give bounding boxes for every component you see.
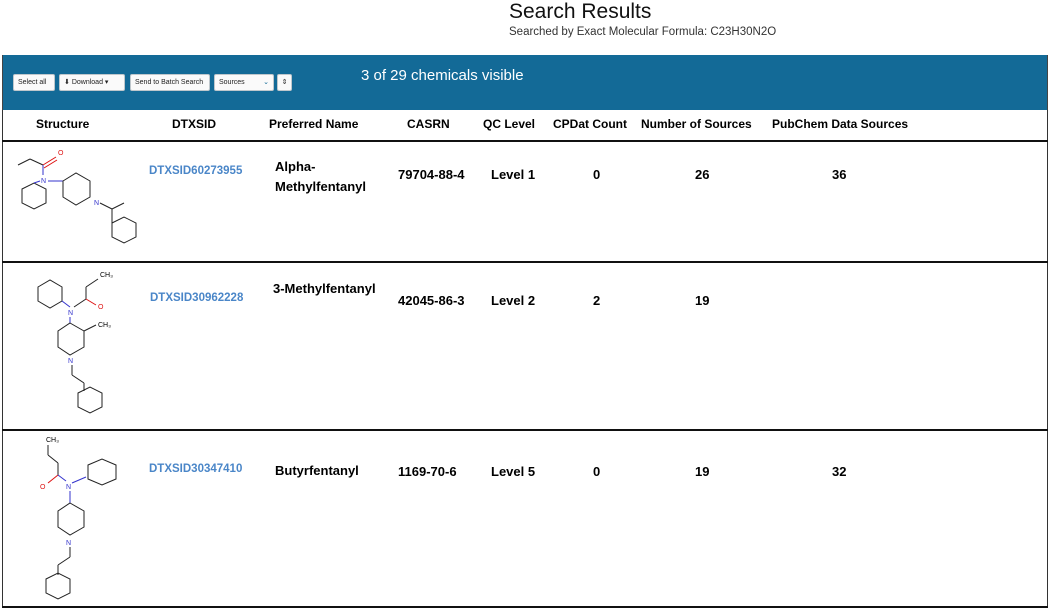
- column-header-qc-level[interactable]: QC Level: [483, 117, 535, 131]
- select-all-button[interactable]: Select all: [13, 74, 55, 91]
- row-divider: [2, 140, 1048, 142]
- column-header-number-of-sources[interactable]: Number of Sources: [641, 117, 752, 131]
- table-border-right: [1047, 110, 1048, 607]
- download-icon: ⬇: [64, 79, 70, 86]
- casrn-value: 1169-70-6: [398, 464, 457, 479]
- sort-button[interactable]: ⇕: [277, 74, 292, 91]
- column-header-structure[interactable]: Structure: [36, 117, 89, 131]
- dtxsid-link[interactable]: DTXSID30347410: [149, 463, 242, 475]
- cpdat-count-value: 2: [593, 293, 601, 308]
- download-label: Download: [71, 79, 103, 86]
- column-header-dtxsid[interactable]: DTXSID: [172, 117, 216, 131]
- pubchem-data-sources-value: 32: [832, 464, 847, 479]
- number-of-sources-value: 26: [695, 167, 710, 182]
- column-header-cpdat-count[interactable]: CPDat Count: [553, 117, 627, 131]
- casrn-value: 79704-88-4: [398, 167, 465, 182]
- row-divider: [2, 261, 1048, 263]
- visible-count-label: 3 of 29 chemicals visible: [361, 67, 524, 84]
- nitrogen-label: N: [68, 358, 73, 365]
- column-header-casrn[interactable]: CASRN: [407, 117, 450, 131]
- column-header-pubchem-data-sources[interactable]: PubChem Data Sources: [772, 117, 908, 131]
- cpdat-count-value: 0: [593, 167, 601, 182]
- nitrogen-label: N: [66, 484, 71, 491]
- pubchem-data-sources-value: 36: [832, 167, 847, 182]
- oxygen-label: O: [98, 304, 104, 311]
- methyl-label: CH₃: [100, 272, 113, 279]
- download-button[interactable]: ⬇ Download ▾: [59, 74, 125, 91]
- search-subtitle: Searched by Exact Molecular Formula: C23…: [509, 26, 777, 38]
- table-border-left: [2, 110, 3, 607]
- oxygen-label: O: [40, 484, 46, 491]
- cpdat-count-value: 0: [593, 464, 601, 479]
- number-of-sources-value: 19: [695, 293, 710, 308]
- casrn-value: 42045-86-3: [398, 293, 465, 308]
- results-toolbar: Select all ⬇ Download ▾ Send to Batch Se…: [2, 55, 1048, 110]
- nitrogen-label: N: [41, 178, 46, 185]
- chemical-structure-image[interactable]: CH₃ O N N: [30, 433, 150, 605]
- nitrogen-label: N: [68, 310, 73, 317]
- sources-select-value: Sources: [219, 79, 245, 86]
- chevron-down-icon: ⌄: [263, 79, 269, 86]
- qc-level-value: Level 5: [491, 464, 536, 479]
- page-title: Search Results: [509, 0, 652, 23]
- qc-level-value: Level 2: [491, 293, 536, 308]
- number-of-sources-value: 19: [695, 464, 710, 479]
- preferred-name: Butyrfentanyl: [275, 463, 359, 478]
- chemical-structure-image[interactable]: O N N: [8, 143, 148, 258]
- methyl-label: CH₃: [46, 437, 59, 444]
- dtxsid-link[interactable]: DTXSID30962228: [150, 292, 243, 304]
- chemical-structure-image[interactable]: N CH₃ O CH₃ N: [30, 265, 150, 425]
- qc-level-value: Level 1: [491, 167, 536, 182]
- nitrogen-label: N: [94, 200, 99, 207]
- sources-select[interactable]: Sources ⌄: [214, 74, 274, 91]
- nitrogen-label: N: [66, 540, 71, 547]
- preferred-name: 3-Methylfentanyl: [273, 281, 376, 296]
- column-header-preferred-name[interactable]: Preferred Name: [269, 117, 358, 131]
- dtxsid-link[interactable]: DTXSID60273955: [149, 165, 242, 177]
- preferred-name: Alpha-Methylfentanyl: [275, 159, 367, 194]
- row-divider: [2, 606, 1048, 608]
- methyl-label: CH₃: [98, 322, 111, 329]
- chevron-down-icon: ▾: [104, 79, 109, 86]
- sort-icon: ⇕: [281, 79, 288, 86]
- send-to-batch-search-button[interactable]: Send to Batch Search: [130, 74, 210, 91]
- oxygen-label: O: [58, 150, 64, 157]
- row-divider: [2, 429, 1048, 431]
